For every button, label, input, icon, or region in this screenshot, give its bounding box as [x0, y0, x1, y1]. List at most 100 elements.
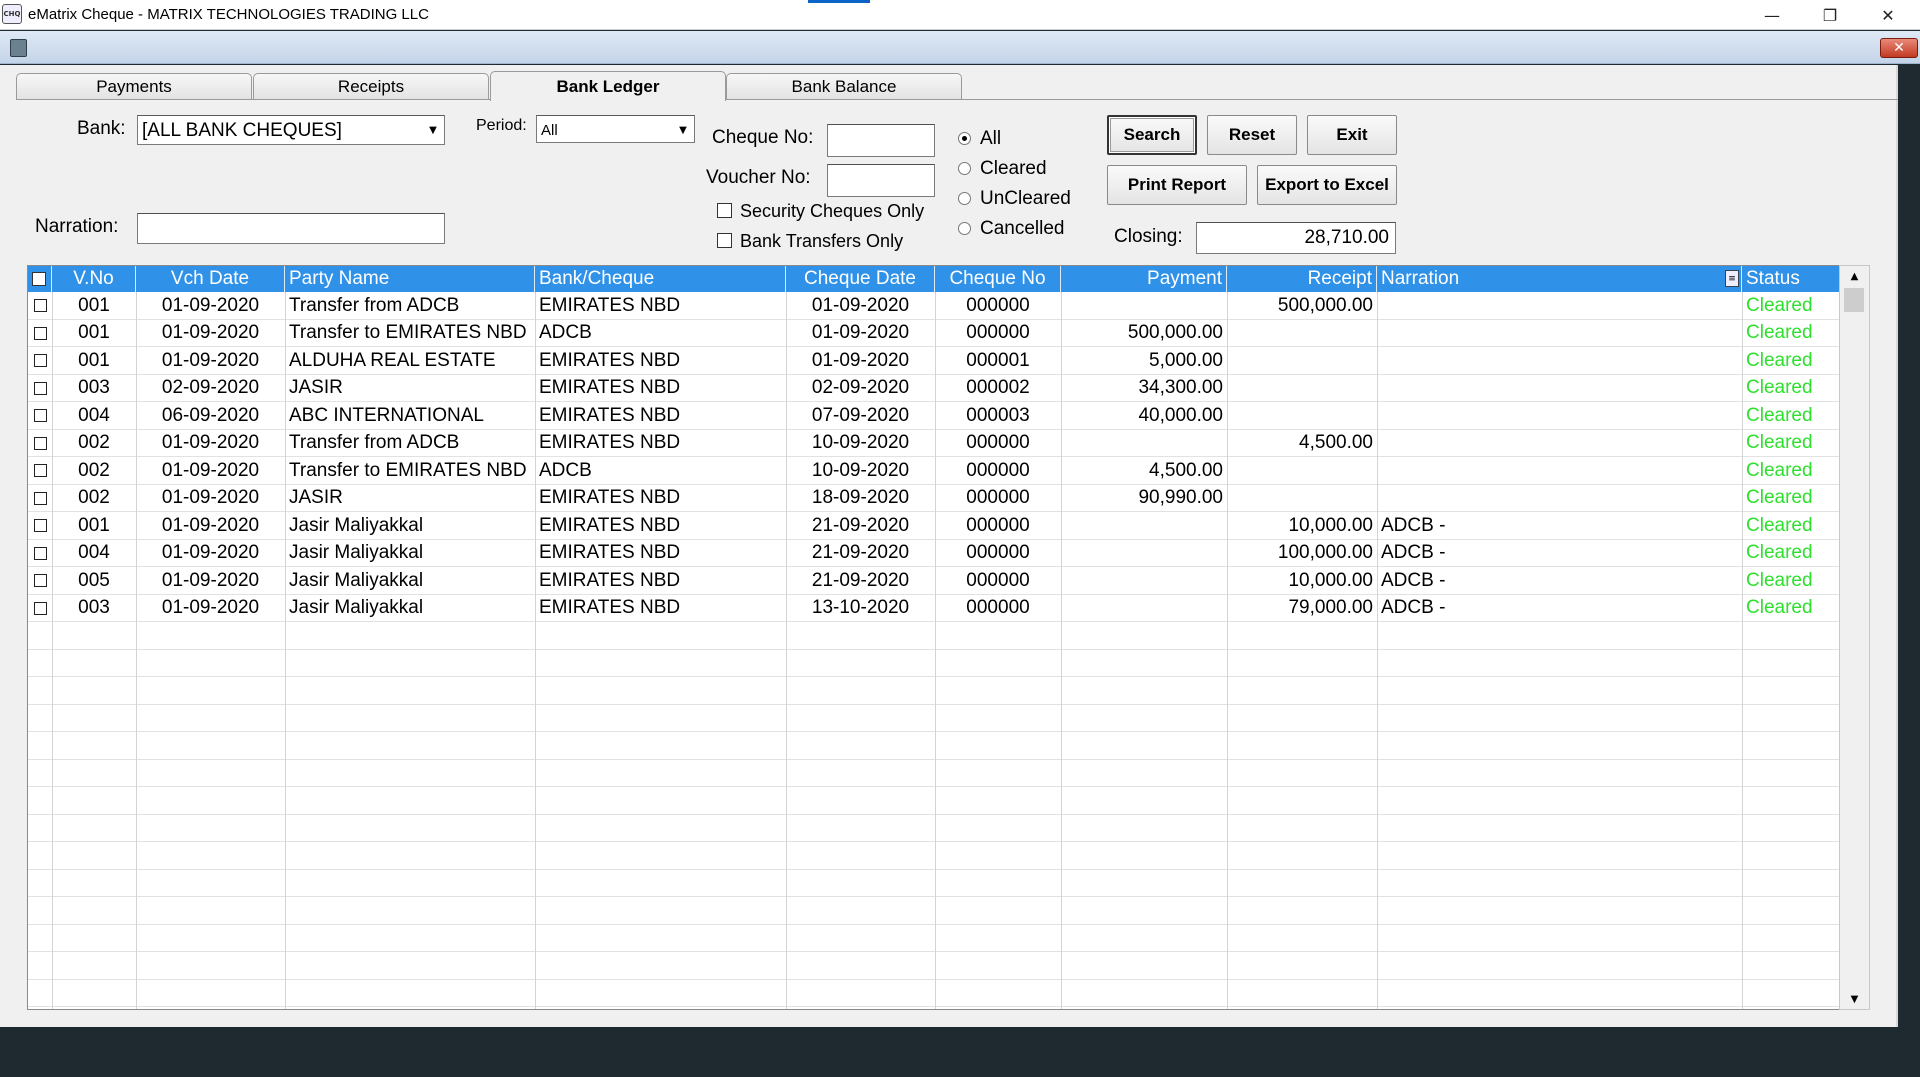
status-radio-uncleared[interactable]	[958, 192, 971, 205]
table-row[interactable]: 001 01-09-2020 ALDUHA REAL ESTATE EMIRATES …	[28, 347, 1869, 375]
tab-receipts[interactable]: Receipts	[253, 73, 489, 100]
bank-dropdown[interactable]: [ALL BANK CHEQUES] ▼	[137, 115, 445, 145]
cheque-no-field[interactable]	[827, 124, 935, 157]
table-row[interactable]: 001 01-09-2020 Transfer to EMIRATES NBD ADC…	[28, 320, 1869, 348]
scroll-down-icon[interactable]: ▼	[1840, 989, 1869, 1009]
grid-vertical-scrollbar[interactable]: ▲ ▼	[1839, 265, 1870, 1010]
tab-bank-balance[interactable]: Bank Balance	[726, 73, 962, 100]
empty-table-row	[28, 650, 1869, 677]
row-checkbox[interactable]	[34, 519, 47, 532]
table-row[interactable]: 003 02-09-2020 JASIR EMIRATES NBD 02-09-2020…	[28, 375, 1869, 402]
voucher-no-input[interactable]	[828, 165, 934, 196]
row-checkbox[interactable]	[34, 436, 47, 450]
search-button[interactable]: Search	[1107, 115, 1197, 155]
tab-bank-ledger[interactable]: Bank Ledger	[490, 71, 726, 101]
cell-bank-cheque: EMIRATES NBD	[539, 487, 681, 509]
status-radio-cleared[interactable]	[958, 162, 971, 175]
status-radio-all[interactable]	[958, 132, 971, 145]
select-all-checkbox[interactable]	[32, 272, 46, 286]
cell-bank-cheque: EMIRATES NBD	[539, 432, 681, 454]
cell-payment: 34,300.00	[1138, 377, 1223, 399]
table-row[interactable]: 002 01-09-2020 Transfer to EMIRATES NBD ADC…	[28, 457, 1869, 485]
export-excel-button[interactable]: Export to Excel	[1257, 165, 1397, 205]
cell-receipt	[1227, 402, 1377, 430]
minimize-button[interactable]: —	[1743, 0, 1801, 30]
column-chooser-icon[interactable]: ≡	[1725, 270, 1739, 287]
table-row[interactable]: 001 01-09-2020 Jasir Maliyakkal EMIRATES NB…	[28, 512, 1869, 540]
row-checkbox[interactable]	[34, 326, 47, 340]
voucher-no-field[interactable]	[827, 164, 935, 197]
status-radio-cancelled[interactable]	[958, 222, 971, 235]
row-checkbox[interactable]	[34, 354, 47, 367]
scroll-thumb[interactable]	[1844, 288, 1864, 312]
row-checkbox[interactable]	[34, 574, 47, 587]
cell-cheque-date: 21-09-2020	[811, 569, 910, 591]
reset-button[interactable]: Reset	[1207, 115, 1297, 155]
restore-button[interactable]: ❐	[1801, 0, 1859, 30]
period-dropdown[interactable]: All ▼	[536, 115, 695, 143]
mdi-close-button[interactable]: ✕	[1880, 38, 1918, 58]
cell-cheque-no: 000000	[966, 569, 1030, 591]
grid-column-divider	[1227, 292, 1228, 1009]
col-header-receipt[interactable]: Receipt	[1227, 266, 1377, 292]
cell-vno: 005	[78, 569, 110, 591]
grid-column-divider	[285, 292, 286, 1009]
col-header-vch-date[interactable]: Vch Date	[136, 266, 285, 292]
cell-vno: 004	[78, 542, 110, 564]
grid-column-divider	[1742, 292, 1743, 1009]
table-row[interactable]: 004 06-09-2020 ABC INTERNATIONAL EMIRATES N…	[28, 402, 1869, 430]
narration-field[interactable]	[137, 213, 445, 244]
cell-receipt: 79,000.00	[1288, 597, 1373, 619]
grid-column-divider	[52, 292, 53, 1009]
col-header-cheque-no[interactable]: Cheque No	[935, 266, 1061, 292]
scroll-up-icon[interactable]: ▲	[1840, 266, 1869, 286]
cell-cheque-date: 10-09-2020	[811, 432, 910, 454]
cell-narration	[1377, 320, 1742, 348]
close-button[interactable]: ✕	[1859, 0, 1917, 30]
cell-receipt: 500,000.00	[1277, 294, 1373, 316]
col-header-vno[interactable]: V.No	[52, 266, 136, 292]
row-checkbox[interactable]	[34, 464, 47, 477]
row-checkbox[interactable]	[34, 381, 47, 395]
table-row[interactable]: 001 01-09-2020 Transfer from ADCB EMIRATES …	[28, 292, 1869, 320]
cell-cheque-date: 07-09-2020	[811, 404, 910, 426]
empty-table-row	[28, 787, 1869, 815]
col-header-cheque-date[interactable]: Cheque Date	[786, 266, 935, 292]
tab-payments[interactable]: Payments	[16, 73, 252, 100]
table-row[interactable]: 005 01-09-2020 Jasir Maliyakkal EMIRATES NB…	[28, 567, 1869, 595]
table-row[interactable]: 002 01-09-2020 Transfer from ADCB EMIRATES …	[28, 430, 1869, 458]
bank-transfers-checkbox[interactable]	[717, 233, 732, 248]
print-report-button[interactable]: Print Report	[1107, 165, 1247, 205]
cell-bank-cheque: EMIRATES NBD	[539, 514, 681, 536]
empty-table-row	[28, 842, 1869, 870]
header-select-all[interactable]	[28, 266, 52, 292]
narration-input[interactable]	[138, 214, 444, 243]
row-checkbox[interactable]	[34, 546, 47, 560]
cell-narration	[1377, 430, 1742, 458]
security-cheques-checkbox[interactable]	[717, 203, 732, 218]
chevron-down-icon[interactable]: ▼	[673, 118, 693, 142]
col-header-narration[interactable]: Narration ≡	[1377, 266, 1742, 292]
cell-narration	[1377, 457, 1742, 485]
cell-narration: ADCB -	[1381, 597, 1446, 619]
empty-table-row	[28, 980, 1869, 1007]
cell-bank-cheque: EMIRATES NBD	[539, 542, 681, 564]
cell-cheque-date: 02-09-2020	[811, 377, 910, 399]
cheque-no-label: Cheque No:	[712, 127, 814, 148]
col-header-bank-cheque[interactable]: Bank/Cheque	[535, 266, 786, 292]
row-checkbox[interactable]	[34, 601, 47, 615]
cheque-no-input[interactable]	[828, 125, 934, 156]
row-checkbox[interactable]	[34, 491, 47, 505]
exit-button[interactable]: Exit	[1307, 115, 1397, 155]
grid-column-divider	[1061, 292, 1062, 1009]
col-header-party-name[interactable]: Party Name	[285, 266, 535, 292]
col-header-payment[interactable]: Payment	[1061, 266, 1227, 292]
row-checkbox[interactable]	[34, 409, 47, 422]
chevron-down-icon[interactable]: ▼	[423, 118, 443, 142]
table-row[interactable]: 004 01-09-2020 Jasir Maliyakkal EMIRATES NB…	[28, 540, 1869, 567]
row-checkbox[interactable]	[34, 299, 47, 312]
table-row[interactable]: 003 01-09-2020 Jasir Maliyakkal EMIRATES NB…	[28, 595, 1869, 622]
table-row[interactable]: 002 01-09-2020 JASIR EMIRATES NBD 18-09-2020…	[28, 485, 1869, 512]
cell-party-name: Transfer from ADCB	[289, 432, 460, 454]
cell-cheque-no: 000000	[966, 432, 1030, 454]
